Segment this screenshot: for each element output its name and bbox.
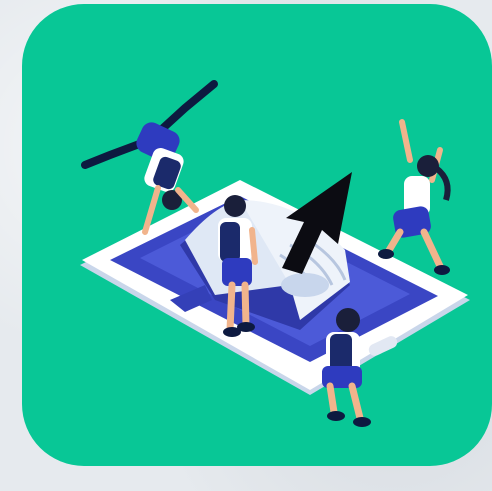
education-illustration xyxy=(80,80,470,427)
student-figure-icon xyxy=(81,80,218,235)
student-figure-icon xyxy=(378,119,451,275)
